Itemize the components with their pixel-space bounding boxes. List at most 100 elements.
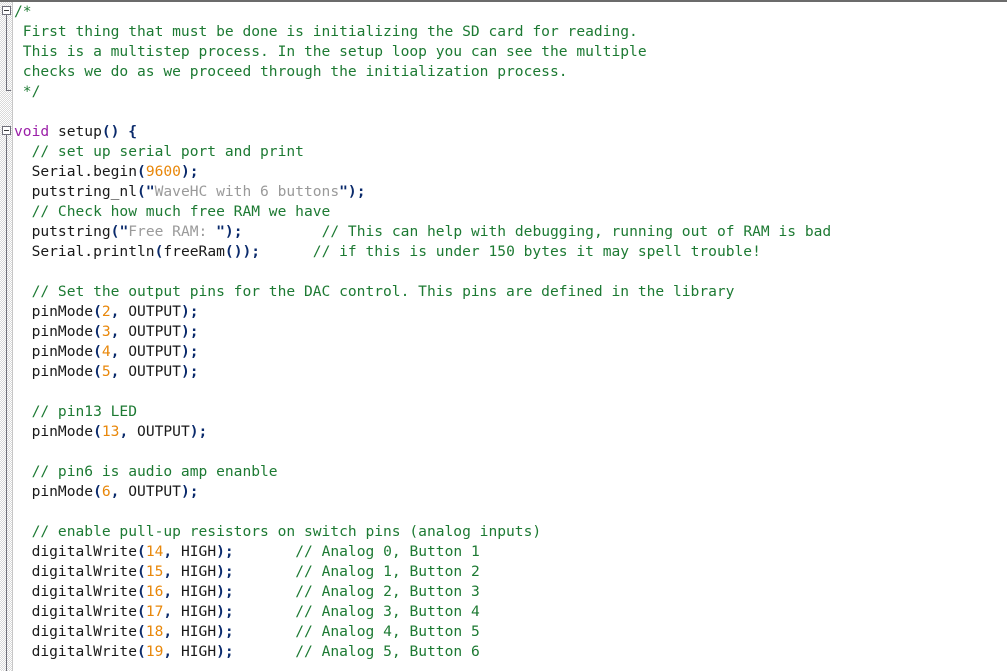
- code-token-pln: HIGH: [172, 603, 216, 620]
- code-token-pun: );: [348, 183, 366, 200]
- code-token-pln: HIGH: [172, 563, 216, 580]
- code-token-pln: HIGH: [172, 643, 216, 660]
- code-token-pln: OUTPUT: [119, 323, 181, 340]
- code-token-pln: setup: [49, 123, 102, 140]
- code-editor-pane[interactable]: /* First thing that must be done is init…: [0, 0, 1007, 671]
- code-token-pln: [234, 583, 296, 600]
- code-line: pinMode(6, OUTPUT);: [14, 482, 1007, 502]
- code-token-pun: );: [216, 563, 234, 580]
- code-line: // enable pull-up resistors on switch pi…: [14, 522, 1007, 542]
- code-token-cmt: // Check how much free RAM we have: [14, 203, 330, 220]
- code-token-cmt: checks we do as we proceed through the i…: [14, 63, 568, 80]
- code-line: pinMode(4, OUTPUT);: [14, 342, 1007, 362]
- code-token-pun: ());: [225, 243, 260, 260]
- code-token-pun: ,: [163, 563, 172, 580]
- code-line: digitalWrite(14, HIGH); // Analog 0, But…: [14, 542, 1007, 562]
- code-line: [14, 442, 1007, 462]
- code-token-pun: );: [216, 543, 234, 560]
- code-token-cmt: First thing that must be done is initial…: [14, 23, 638, 40]
- code-line: digitalWrite(18, HIGH); // Analog 4, But…: [14, 622, 1007, 642]
- code-token-num: 15: [146, 563, 164, 580]
- fold-foot-block-comment: [6, 90, 11, 91]
- code-line: pinMode(2, OUTPUT);: [14, 302, 1007, 322]
- code-token-pln: [260, 243, 313, 260]
- code-token-pun: );: [181, 323, 199, 340]
- code-token-num: 18: [146, 623, 164, 640]
- code-token-pln: pinMode: [14, 483, 93, 500]
- code-token-pln: [234, 543, 296, 560]
- code-token-pun: ,: [163, 623, 172, 640]
- code-line: [14, 262, 1007, 282]
- code-token-strq: ": [119, 223, 128, 240]
- code-token-pun: (: [93, 423, 102, 440]
- code-token-pun: (: [137, 163, 146, 180]
- code-token-pun: ,: [163, 603, 172, 620]
- code-token-kw: void: [14, 123, 49, 140]
- code-token-pln: digitalWrite: [14, 623, 137, 640]
- code-token-str: WaveHC with 6 buttons: [155, 183, 340, 200]
- code-text-area[interactable]: /* First thing that must be done is init…: [14, 2, 1007, 671]
- code-line: pinMode(5, OUTPUT);: [14, 362, 1007, 382]
- code-token-pln: pinMode: [14, 303, 93, 320]
- code-token-num: 2: [102, 303, 111, 320]
- code-token-pun: );: [216, 643, 234, 660]
- code-line: checks we do as we proceed through the i…: [14, 62, 1007, 82]
- code-token-pln: putstring: [14, 223, 111, 240]
- code-token-pln: Serial.println: [14, 243, 155, 260]
- code-token-strq: ": [339, 183, 348, 200]
- code-token-pun: ,: [119, 423, 128, 440]
- code-token-pln: HIGH: [172, 583, 216, 600]
- fold-stem-block-comment: [6, 15, 7, 90]
- code-line: /*: [14, 2, 1007, 22]
- code-line: // pin6 is audio amp enanble: [14, 462, 1007, 482]
- code-token-pln: digitalWrite: [14, 543, 137, 560]
- code-line: putstring("Free RAM: "); // This can hel…: [14, 222, 1007, 242]
- code-token-cmt: // Analog 2, Button 3: [295, 583, 480, 600]
- fold-marker-block-comment[interactable]: [2, 6, 11, 15]
- code-token-pun: ,: [163, 543, 172, 560]
- code-token-pun: );: [181, 343, 199, 360]
- code-token-num: 14: [146, 543, 164, 560]
- code-line: Serial.begin(9600);: [14, 162, 1007, 182]
- code-token-pun: (: [137, 543, 146, 560]
- code-line: digitalWrite(17, HIGH); // Analog 3, But…: [14, 602, 1007, 622]
- code-token-cmt: This is a multistep process. In the setu…: [14, 43, 647, 60]
- code-token-pln: digitalWrite: [14, 603, 137, 620]
- code-token-cmt: // Analog 5, Button 6: [295, 643, 480, 660]
- code-token-pun: );: [225, 223, 243, 240]
- code-token-pln: [243, 223, 322, 240]
- fold-gutter[interactable]: [0, 2, 13, 671]
- code-token-pun: ,: [163, 643, 172, 660]
- code-token-pln: digitalWrite: [14, 563, 137, 580]
- fold-marker-setup-function[interactable]: [2, 126, 11, 135]
- code-token-pun: (: [137, 643, 146, 660]
- code-token-pln: [234, 563, 296, 580]
- code-token-pun: );: [216, 583, 234, 600]
- code-token-pun: (: [137, 183, 146, 200]
- code-token-pun: (: [93, 303, 102, 320]
- code-token-pln: Serial.begin: [14, 163, 137, 180]
- code-token-cmt: // if this is under 150 bytes it may spe…: [313, 243, 761, 260]
- code-token-str: Free RAM:: [128, 223, 216, 240]
- code-line: pinMode(13, OUTPUT);: [14, 422, 1007, 442]
- code-token-pun: (: [137, 603, 146, 620]
- code-line: Serial.println(freeRam()); // if this is…: [14, 242, 1007, 262]
- code-token-pln: digitalWrite: [14, 643, 137, 660]
- code-token-pln: HIGH: [172, 623, 216, 640]
- code-line: // set up serial port and print: [14, 142, 1007, 162]
- fold-stem-setup-function: [6, 135, 7, 671]
- code-token-pln: [234, 623, 296, 640]
- code-token-cmt: /*: [14, 3, 32, 20]
- code-token-pun: );: [181, 163, 199, 180]
- code-line: digitalWrite(15, HIGH); // Analog 1, But…: [14, 562, 1007, 582]
- code-token-cmt: // enable pull-up resistors on switch pi…: [14, 523, 541, 540]
- code-token-cmt: // Analog 3, Button 4: [295, 603, 480, 620]
- code-line: // Check how much free RAM we have: [14, 202, 1007, 222]
- code-token-pun: (: [93, 343, 102, 360]
- code-token-cmt: // Set the output pins for the DAC contr…: [14, 283, 734, 300]
- code-token-num: 5: [102, 363, 111, 380]
- code-line: // Set the output pins for the DAC contr…: [14, 282, 1007, 302]
- code-token-pln: HIGH: [172, 543, 216, 560]
- code-token-pun: );: [216, 623, 234, 640]
- code-token-num: 9600: [146, 163, 181, 180]
